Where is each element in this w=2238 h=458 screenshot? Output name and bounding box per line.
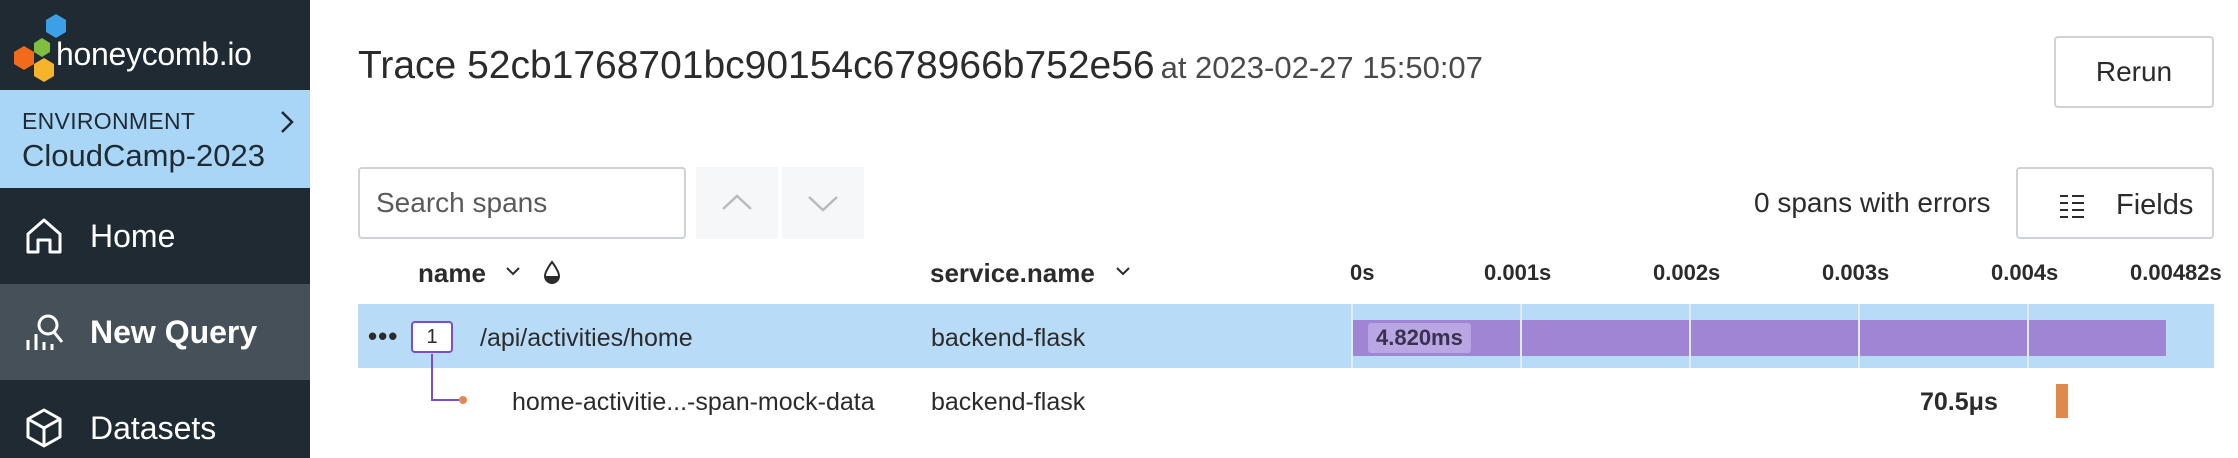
timeline-tick: 0.004s <box>1991 260 2059 285</box>
sidebar-item-home[interactable]: Home <box>0 188 310 284</box>
chevron-down-icon <box>808 196 838 212</box>
chevron-down-icon[interactable] <box>1114 264 1132 278</box>
service-name: backend-flask <box>931 324 1086 352</box>
span-duration-bar[interactable] <box>2056 384 2068 418</box>
sidebar-item-label: Datasets <box>90 410 217 446</box>
home-icon <box>26 218 62 254</box>
timeline-tick: 0.003s <box>1822 260 1890 285</box>
fields-label: Fields <box>2116 189 2194 221</box>
child-count-badge[interactable]: 1 <box>411 321 453 353</box>
timeline-gridline <box>1858 304 1860 368</box>
sidebar-item-datasets[interactable]: Datasets <box>0 380 310 458</box>
sidebar-item-new-query[interactable]: New Query <box>0 284 310 380</box>
chevron-down-icon[interactable] <box>504 264 522 278</box>
tree-connector <box>431 399 459 401</box>
service-name: backend-flask <box>931 388 1086 416</box>
column-header-service-label: service.name <box>930 258 1095 288</box>
environment-label: ENVIRONMENT <box>22 108 196 134</box>
query-icon <box>26 314 64 350</box>
fields-button[interactable]: Fields <box>2016 167 2214 239</box>
environment-name: CloudCamp-2023 <box>22 138 265 173</box>
timeline-gridline <box>1520 304 1522 368</box>
span-duration-label: 70.5μs <box>1920 388 1998 416</box>
timeline-tick: 0.002s <box>1653 260 1721 285</box>
span-name[interactable]: /api/activities/home <box>480 324 693 353</box>
sidebar: honeycomb.io ENVIRONMENT CloudCamp-2023 … <box>0 0 310 458</box>
column-header-service[interactable]: service.name <box>930 258 1095 289</box>
color-drop-icon[interactable] <box>542 259 562 285</box>
sidebar-item-label: New Query <box>90 314 258 350</box>
column-header-name-label: name <box>418 258 486 288</box>
span-dot-icon <box>459 396 467 404</box>
timeline-gridline <box>2027 304 2029 368</box>
rerun-button[interactable]: Rerun <box>2054 36 2214 108</box>
span-duration-bar[interactable] <box>1352 320 2166 356</box>
page-title: Trace 52cb1768701bc90154c678966b752e56 at… <box>358 44 1483 88</box>
timeline-tick: 0s <box>1350 260 1375 285</box>
chevron-up-icon <box>722 194 752 210</box>
chevron-right-icon[interactable] <box>278 108 298 136</box>
tree-connector <box>431 354 433 400</box>
error-count: 0 spans with errors <box>1754 187 1991 218</box>
column-header-name[interactable]: name <box>418 258 486 289</box>
previous-match-button[interactable] <box>696 167 778 239</box>
logo[interactable]: honeycomb.io <box>0 0 310 90</box>
cube-icon <box>26 408 62 448</box>
fields-icon <box>2060 195 2084 218</box>
timeline-tick: 0.001s <box>1484 260 1552 285</box>
logo-text: honeycomb.io <box>56 36 252 72</box>
span-duration-label: 4.820ms <box>1368 323 1471 353</box>
more-options-icon[interactable]: ••• <box>368 321 398 352</box>
sidebar-item-label: Home <box>90 218 176 254</box>
search-spans-input[interactable] <box>358 167 686 239</box>
span-name[interactable]: home-activitie...-span-mock-data <box>512 388 875 417</box>
trace-timestamp: at 2023-02-27 15:50:07 <box>1160 50 1483 85</box>
next-match-button[interactable] <box>782 167 864 239</box>
trace-title: Trace 52cb1768701bc90154c678966b752e56 <box>358 44 1155 87</box>
timeline-tick: 0.00482s <box>2130 260 2222 285</box>
environment-selector[interactable]: ENVIRONMENT CloudCamp-2023 <box>0 90 310 188</box>
timeline-gridline <box>1351 304 1353 368</box>
timeline-gridline <box>1689 304 1691 368</box>
